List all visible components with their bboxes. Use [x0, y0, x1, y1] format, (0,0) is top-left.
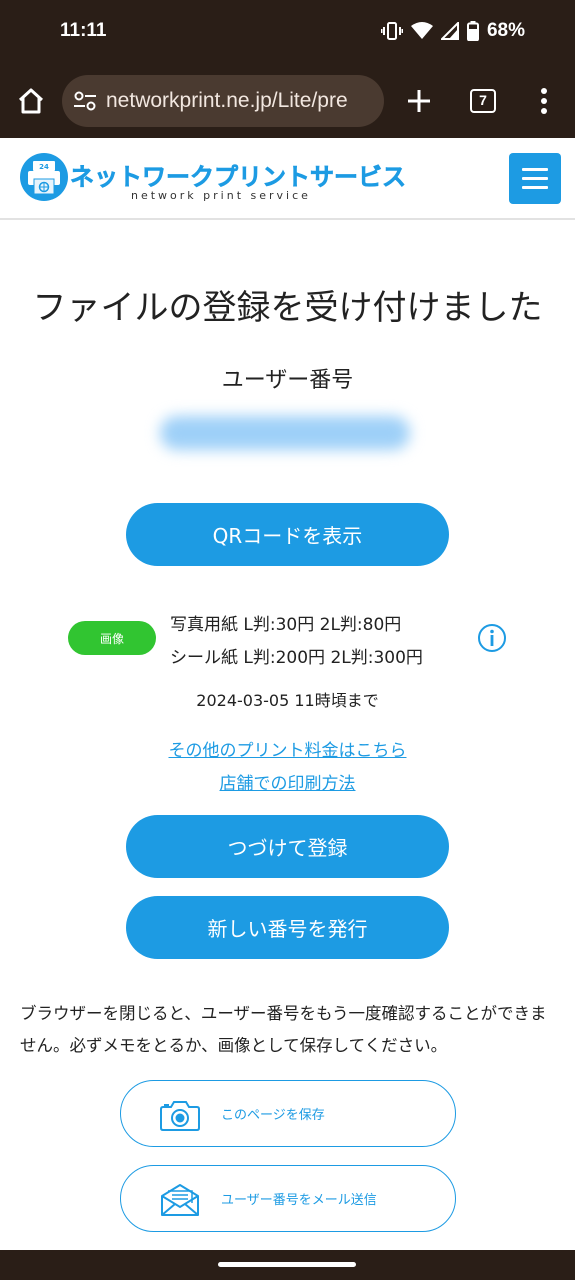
- battery-icon: [466, 21, 479, 41]
- user-number-label: ユーザー番号: [221, 368, 354, 393]
- price-photo-paper: 写真用紙 L判:30円 2L判:80円: [170, 615, 402, 635]
- battery-percent: 68%: [486, 20, 525, 41]
- issue-new-number-button[interactable]: 新しい番号を発行: [126, 896, 449, 959]
- store-print-method-link[interactable]: 店舗での印刷方法: [0, 769, 575, 794]
- save-page-button[interactable]: このページを保存: [120, 1080, 456, 1147]
- wifi-icon: [410, 22, 433, 39]
- site-settings-icon[interactable]: [72, 88, 98, 114]
- deadline-text: 2024-03-05 11時頃まで: [196, 691, 379, 710]
- system-nav-bar: [0, 1250, 575, 1280]
- gesture-handle[interactable]: [218, 1262, 356, 1267]
- site-header: 24 ネットワークプリントサービス network print service: [0, 138, 575, 220]
- new-tab-icon[interactable]: [404, 86, 434, 116]
- url-text: networkprint.ne.jp/Lite/pre: [106, 89, 348, 112]
- address-bar[interactable]: networkprint.ne.jp/Lite/pre: [62, 75, 384, 127]
- signal-icon: [440, 22, 459, 40]
- email-user-number-button[interactable]: ユーザー番号をメール送信: [120, 1165, 456, 1232]
- printer-logo-icon[interactable]: 24: [19, 152, 69, 202]
- info-icon[interactable]: [477, 623, 507, 653]
- logo-badge-text: 24: [39, 163, 49, 171]
- hamburger-menu-button[interactable]: [509, 153, 561, 204]
- show-qr-button[interactable]: QRコードを表示: [126, 503, 449, 566]
- more-menu-icon[interactable]: [538, 86, 550, 116]
- continue-register-button[interactable]: つづけて登録: [126, 815, 449, 878]
- hamburger-line: [522, 168, 548, 171]
- save-warning-note: ブラウザーを閉じると、ユーザー番号をもう一度確認することができません。必ずメモを…: [20, 1004, 547, 1055]
- tab-switcher-button[interactable]: 7: [470, 89, 496, 113]
- vibrate-icon: [380, 22, 403, 40]
- image-badge: 画像: [68, 621, 156, 655]
- email-button-label: ユーザー番号をメール送信: [221, 1193, 377, 1208]
- browser-toolbar: networkprint.ne.jp/Lite/pre 7: [0, 64, 575, 138]
- page-title: ファイルの登録を受け付けました: [32, 288, 543, 328]
- home-icon[interactable]: [14, 84, 48, 118]
- logo-subtitle: network print service: [131, 189, 311, 202]
- logo-title[interactable]: ネットワークプリントサービス: [70, 157, 407, 192]
- status-icons: 68%: [380, 20, 525, 42]
- user-number-redacted: [160, 416, 410, 450]
- web-page: 24 ネットワークプリントサービス network print service …: [0, 138, 575, 1250]
- mail-icon: [161, 1184, 199, 1216]
- hamburger-line: [522, 186, 548, 189]
- price-sticker-paper: シール紙 L判:200円 2L判:300円: [170, 648, 423, 668]
- status-bar: 11:11 68%: [0, 0, 575, 64]
- status-time: 11:11: [60, 20, 107, 41]
- hamburger-line: [522, 177, 548, 180]
- save-page-label: このページを保存: [221, 1108, 325, 1123]
- other-prices-link[interactable]: その他のプリント料金はこちら: [0, 736, 575, 761]
- camera-icon: [160, 1101, 200, 1131]
